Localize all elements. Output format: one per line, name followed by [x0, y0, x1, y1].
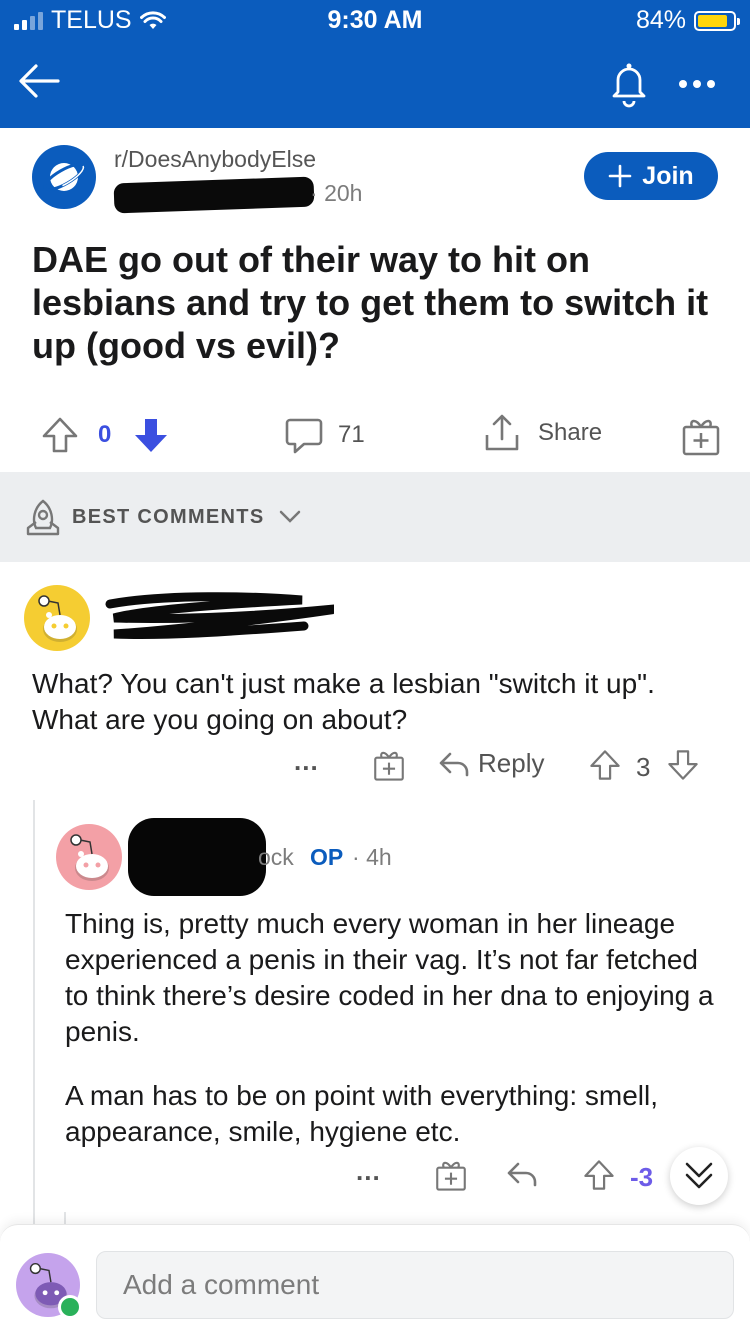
plus-icon — [608, 164, 632, 188]
join-label: Join — [642, 161, 694, 190]
comment-paragraph: A man has to be on point with everything… — [65, 1080, 658, 1147]
join-button[interactable]: Join — [584, 152, 718, 200]
online-status-dot — [58, 1295, 82, 1319]
reply-arrow-icon[interactable] — [506, 1160, 538, 1188]
share-label: Share — [538, 419, 603, 446]
comment-action-bar: ... -3 — [0, 1152, 750, 1200]
comments-button[interactable]: 71 — [284, 415, 365, 455]
subreddit-avatar[interactable] — [32, 145, 96, 209]
vote-control: 0 — [40, 415, 171, 455]
post-score: 0 — [98, 421, 112, 448]
status-bar: TELUS 9:30 AM 84% — [0, 0, 750, 40]
upvote-icon[interactable] — [582, 1158, 616, 1192]
share-icon — [485, 414, 519, 451]
comment-more-button[interactable]: ... — [294, 746, 319, 777]
battery-percent: 84% — [635, 6, 686, 34]
chevron-down-icon — [279, 510, 301, 523]
subreddit-name[interactable]: r/DoesAnybodyElse — [114, 146, 316, 173]
award-icon[interactable] — [680, 415, 722, 457]
more-options-icon[interactable] — [672, 64, 722, 104]
award-icon[interactable] — [372, 748, 406, 782]
comment-score: 3 — [636, 752, 651, 782]
redaction-mark — [113, 176, 315, 214]
commenter-avatar[interactable] — [24, 585, 90, 651]
planet-icon — [43, 162, 85, 192]
reply-button[interactable]: Reply — [438, 748, 544, 779]
reply-arrow-icon — [439, 752, 469, 776]
comment-input[interactable] — [96, 1251, 734, 1319]
comment-more-button[interactable]: ... — [356, 1156, 381, 1187]
comment-age: · 4h — [352, 844, 392, 870]
award-icon[interactable] — [434, 1158, 468, 1192]
post-age: · 20h — [310, 180, 363, 206]
back-arrow-icon[interactable] — [14, 56, 64, 106]
comment-meta: H ock OP · 4h — [128, 818, 434, 896]
sort-label: BEST COMMENTS — [72, 506, 265, 528]
upvote-icon[interactable] — [588, 748, 622, 782]
comment-count: 71 — [338, 421, 365, 448]
app-header: TELUS 9:30 AM 84% — [0, 0, 750, 128]
rocket-icon — [26, 499, 60, 536]
comment-score: -3 — [630, 1162, 654, 1192]
battery-icon — [694, 10, 740, 31]
comment-author-suffix: ock — [258, 844, 294, 870]
comment-bubble-icon — [285, 418, 323, 454]
battery-indicator: 84% — [635, 6, 740, 35]
comment-paragraph: Thing is, pretty much every woman in her… — [65, 908, 714, 1047]
snoo-icon — [38, 595, 77, 642]
redaction-mark — [128, 818, 266, 896]
snoo-icon — [70, 834, 109, 881]
comment-body: Thing is, pretty much every woman in her… — [65, 906, 725, 1150]
post-action-bar: 0 71 Share — [0, 405, 750, 463]
bell-icon[interactable] — [604, 58, 654, 108]
reply-label: Reply — [478, 748, 545, 778]
comment-action-bar: ... Reply 3 — [0, 742, 750, 790]
share-button[interactable]: Share — [482, 413, 602, 453]
redaction-mark — [105, 592, 334, 640]
op-badge: OP — [310, 844, 344, 870]
post-meta: u/ · 20h — [113, 176, 374, 214]
comment-body: What? You can't just make a lesbian "swi… — [32, 668, 655, 735]
upvote-icon[interactable] — [40, 415, 80, 455]
double-chevron-down-icon — [685, 1162, 713, 1189]
comment-sort-bar[interactable]: BEST COMMENTS — [0, 472, 750, 562]
comment-composer — [0, 1224, 750, 1334]
downvote-icon[interactable] — [666, 748, 700, 782]
commenter-avatar[interactable] — [56, 824, 122, 890]
collapse-thread-button[interactable] — [670, 1147, 728, 1205]
downvote-icon[interactable] — [131, 415, 171, 455]
post-title[interactable]: DAE go out of their way to hit on lesbia… — [32, 238, 722, 367]
